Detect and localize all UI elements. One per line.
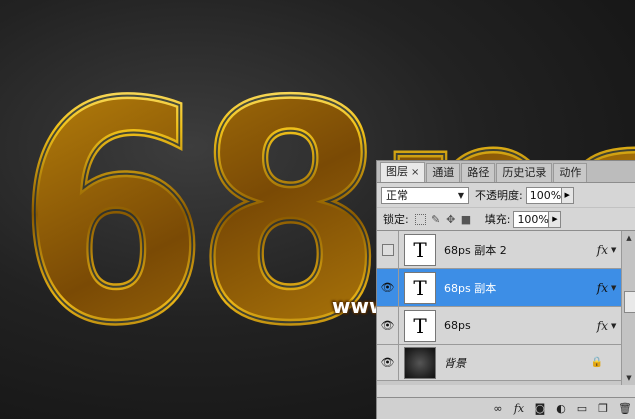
text-layer-thumbnail: T [404, 309, 436, 342]
tab-channels[interactable]: 通道 [426, 163, 461, 182]
lock-pixels-icon[interactable]: ✎ [431, 213, 441, 226]
eye-icon: 👁 [380, 281, 395, 294]
hidden-box-icon [381, 243, 394, 256]
blend-mode-value: 正常 [386, 189, 408, 202]
scroll-thumb[interactable] [624, 291, 635, 313]
layer-name: 68ps 副本 2 [444, 243, 507, 257]
fill-label: 填充: [484, 213, 511, 226]
tab-actions[interactable]: 动作 [553, 163, 588, 182]
visibility-toggle[interactable]: 👁 [377, 269, 399, 306]
opacity-field[interactable]: 100% [525, 186, 562, 204]
layer-name: 背景 [444, 356, 466, 370]
link-icon[interactable]: ∞ [492, 402, 504, 415]
tab-history[interactable]: 历史记录 [496, 163, 553, 182]
lock-label: 锁定: [383, 213, 409, 226]
fill-field[interactable]: 100% [513, 210, 550, 228]
fx-icon[interactable]: fx [597, 281, 608, 295]
mask-icon[interactable]: ◙ [534, 402, 546, 415]
background-thumbnail [404, 346, 436, 379]
text-layer-thumbnail: T [404, 271, 436, 304]
tab-paths[interactable]: 路径 [461, 163, 496, 182]
visibility-toggle[interactable] [377, 231, 399, 268]
layer-name: 68ps 副本 [444, 281, 497, 295]
new-layer-icon[interactable]: ❐ [597, 402, 609, 415]
eye-icon: 👁 [380, 356, 395, 369]
lock-icon: 🔒 [590, 357, 603, 368]
fx-icon[interactable]: fx [597, 243, 608, 257]
scroll-up-icon[interactable]: ▲ [623, 232, 635, 244]
adjustment-icon[interactable]: ◐ [555, 402, 567, 415]
lock-all-icon[interactable]: ■ [461, 213, 471, 226]
layer-row-background[interactable]: 👁 背景 🔒 [377, 344, 621, 381]
lock-row: 锁定: ✎ ✥ ■ 填充: 100% ▶ [377, 207, 635, 231]
layer-name: 68ps [444, 319, 471, 332]
opacity-label: 不透明度: [475, 189, 523, 202]
lock-position-icon[interactable]: ✥ [446, 213, 456, 226]
fx-icon[interactable]: fx [597, 319, 608, 333]
visibility-toggle[interactable]: 👁 [377, 307, 399, 344]
visibility-toggle[interactable]: 👁 [377, 344, 399, 381]
layers-panel: 图层 × 通道 路径 历史记录 动作 正常 ▼ 不透明度: 100% ▶ 锁定: … [376, 160, 635, 419]
panel-tabbar: 图层 × 通道 路径 历史记录 动作 [377, 161, 635, 183]
eye-icon: 👁 [380, 319, 395, 332]
expand-effects-icon[interactable]: ▼ [611, 246, 621, 254]
tab-label: 图层 [386, 165, 408, 178]
layer-row[interactable]: T 68ps 副本 2 fx ▼ [377, 231, 621, 269]
opacity-slider-button[interactable]: ▶ [561, 186, 574, 204]
expand-effects-icon[interactable]: ▼ [611, 284, 621, 292]
close-icon[interactable]: × [411, 167, 419, 178]
text-layer-thumbnail: T [404, 233, 436, 266]
trash-icon[interactable]: 🗑 [618, 402, 632, 415]
layers-list: T 68ps 副本 2 fx ▼ 👁 T 68ps 副本 fx ▼ 👁 T 68… [377, 231, 635, 385]
chevron-down-icon: ▼ [457, 190, 464, 200]
scroll-down-icon[interactable]: ▼ [623, 372, 635, 384]
tab-layers[interactable]: 图层 × [380, 162, 426, 182]
fx-icon[interactable]: fx [513, 402, 525, 415]
layer-row-selected[interactable]: 👁 T 68ps 副本 fx ▼ [377, 269, 621, 307]
layers-scrollbar[interactable]: ▲ ▼ [621, 231, 635, 385]
panel-bottom-toolbar: ∞ fx ◙ ◐ ▭ ❐ 🗑 [377, 397, 635, 419]
lock-transparency-icon[interactable] [414, 213, 426, 225]
expand-effects-icon[interactable]: ▼ [611, 322, 621, 330]
group-icon[interactable]: ▭ [576, 402, 588, 415]
blend-row: 正常 ▼ 不透明度: 100% ▶ [377, 183, 635, 207]
fill-slider-button[interactable]: ▶ [549, 210, 562, 228]
layer-row[interactable]: 👁 T 68ps fx ▼ [377, 307, 621, 345]
blend-mode-select[interactable]: 正常 ▼ [381, 186, 469, 204]
